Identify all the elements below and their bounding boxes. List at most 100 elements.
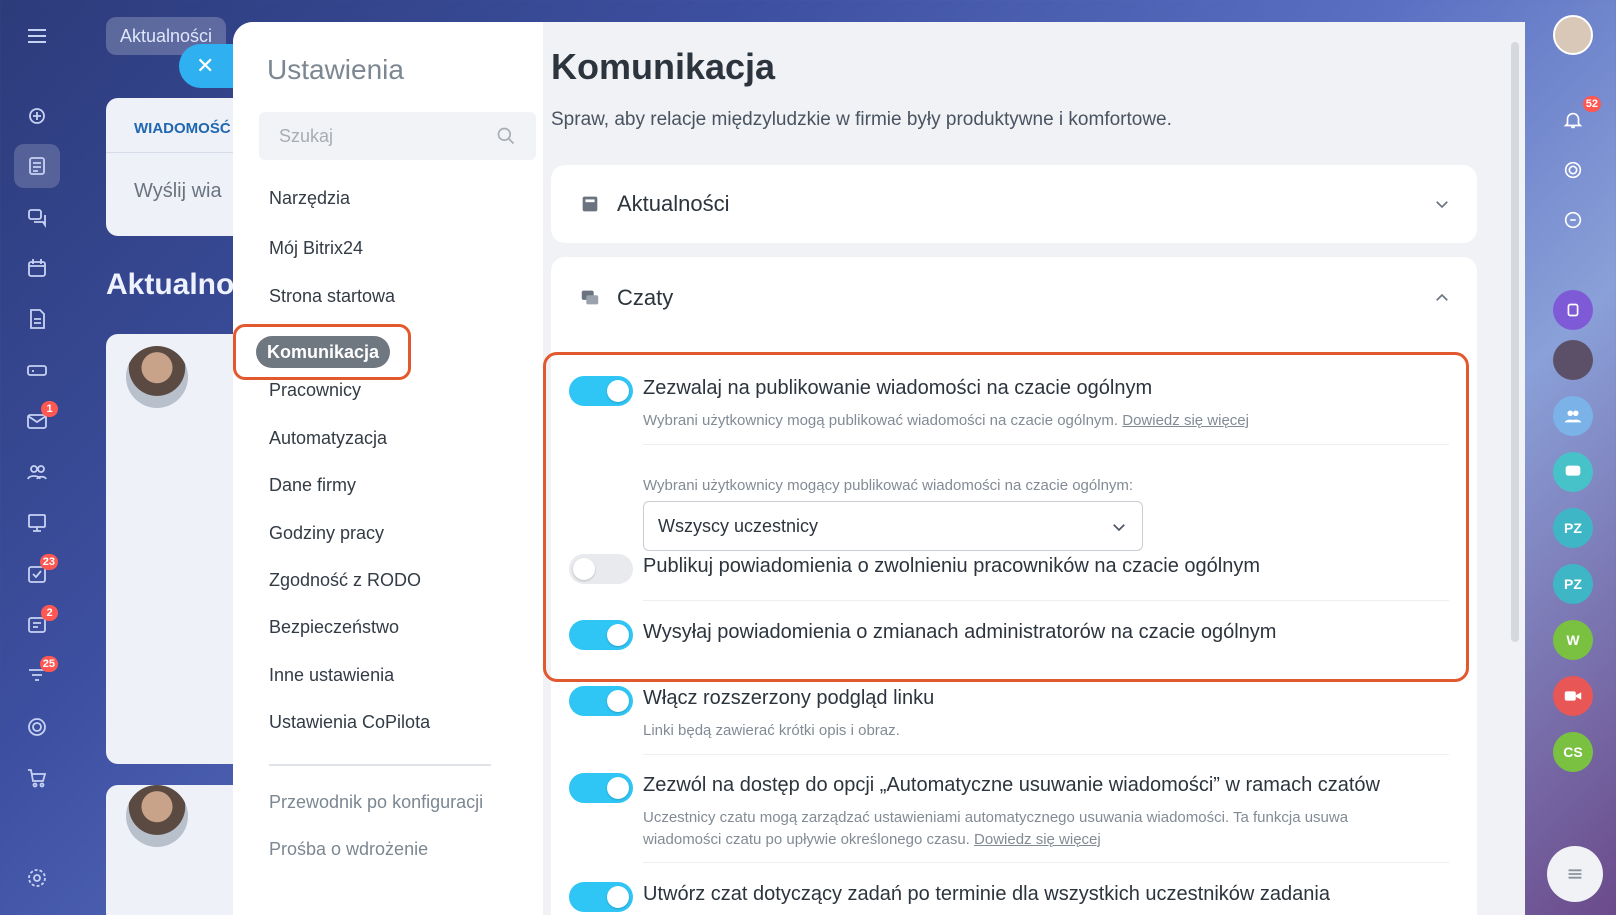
tasks-icon[interactable]: 23	[14, 552, 60, 596]
notifications-badge: 52	[1582, 96, 1601, 112]
crm-icon[interactable]: 2	[14, 603, 60, 647]
setting-label: Włącz rozszerzony podgląd linku	[643, 687, 935, 709]
toggle-auto-delete[interactable]	[569, 773, 633, 803]
background-post-placeholder[interactable]: Wyślij wia	[134, 180, 222, 203]
section-feed[interactable]: Aktualności	[551, 165, 1477, 243]
select-value: Wszyscy uczestnicy	[658, 516, 819, 536]
search-chat-icon[interactable]	[1553, 200, 1593, 240]
avatar-pz-2[interactable]: PZ	[1553, 564, 1593, 604]
learn-more-link[interactable]: Dowiedz się więcej	[1122, 412, 1249, 429]
chevron-down-icon	[1113, 524, 1125, 532]
group-avatar[interactable]	[1553, 340, 1593, 380]
nav-item-start-page[interactable]: Strona startowa	[269, 286, 395, 307]
drive-icon[interactable]	[14, 348, 60, 392]
background-post-tab[interactable]: WIADOMOŚĆ	[134, 120, 231, 137]
chevron-up-icon[interactable]	[1433, 289, 1451, 307]
separator	[643, 754, 1449, 755]
newspaper-icon	[582, 196, 598, 212]
video-call-icon[interactable]	[1553, 676, 1593, 716]
nav-item-setup-guide[interactable]: Przewodnik po konfiguracji	[269, 792, 483, 813]
separator	[643, 600, 1449, 601]
select-label: Wybrani użytkownicy mogący publikować wi…	[643, 477, 1134, 494]
background-avatar	[126, 346, 188, 408]
nav-item-implementation-request[interactable]: Prośba o wdrożenie	[269, 839, 428, 860]
nav-item-employees[interactable]: Pracownicy	[269, 380, 361, 401]
nav-item-copilot-settings[interactable]: Ustawienia CoPilota	[269, 712, 430, 733]
setting-label: Wysyłaj powiadomienia o zmianach adminis…	[643, 621, 1277, 643]
settings-content: Komunikacja Spraw, aby relacje międzylud…	[543, 22, 1525, 915]
close-icon: ✕	[196, 53, 215, 78]
avatar-cs[interactable]: CS	[1553, 732, 1593, 772]
chats-icon[interactable]	[14, 195, 60, 239]
posting-users-select[interactable]: Wszyscy uczestnicy	[643, 501, 1143, 551]
toggle-dismissal-notifications[interactable]	[569, 554, 633, 584]
mail-icon[interactable]: 1	[14, 399, 60, 443]
avatar-w[interactable]: W	[1553, 620, 1593, 660]
setting-label: Utwórz czat dotyczący zadań po terminie …	[643, 883, 1330, 905]
menu-icon[interactable]	[14, 14, 60, 58]
page-title: Komunikacja	[551, 46, 776, 87]
toggle-link-preview[interactable]	[569, 686, 633, 716]
setting-label: Zezwalaj na publikowanie wiadomości na c…	[643, 377, 1153, 399]
background-feed-heading: Aktualno	[106, 268, 235, 301]
user-avatar[interactable]	[1553, 15, 1593, 55]
learn-more-link[interactable]: Dowiedz się więcej	[974, 831, 1101, 848]
contacts-icon[interactable]	[1553, 290, 1593, 330]
setting-label: Publikuj powiadomienia o zwolnieniu prac…	[643, 555, 1261, 577]
chat-bubble-icon[interactable]	[1553, 452, 1593, 492]
settings-nav: Ustawienia Narzędzia Mój Bitrix24 Strona…	[233, 22, 543, 915]
settings-slider: Ustawienia Narzędzia Mój Bitrix24 Strona…	[233, 22, 1525, 915]
filters-badge: 25	[39, 656, 58, 672]
search-input[interactable]	[259, 112, 489, 160]
list-menu-icon[interactable]	[1547, 846, 1603, 902]
page-subtitle: Spraw, aby relacje międzyludzkie w firmi…	[551, 109, 1172, 130]
separator	[643, 862, 1449, 863]
setting-label: Zezwól na dostęp do opcji „Automatyczne …	[643, 774, 1381, 796]
section-chats-title: Czaty	[617, 285, 674, 310]
setting-description: Wybrani użytkownicy mogą publikować wiad…	[643, 412, 1119, 429]
nav-item-my-bitrix[interactable]: Mój Bitrix24	[269, 238, 363, 259]
docs-icon[interactable]	[14, 297, 60, 341]
feed-icon[interactable]	[14, 144, 60, 188]
nav-item-other-settings[interactable]: Inne ustawienia	[269, 665, 394, 686]
cart-icon[interactable]	[14, 756, 60, 800]
nav-item-security[interactable]: Bezpieczeństwo	[269, 617, 399, 638]
setting-description: Linki będą zawierać krótki opis i obraz.	[643, 722, 900, 739]
nav-item-automation[interactable]: Automatyzacja	[269, 428, 387, 449]
nav-item-gdpr[interactable]: Zgodność z RODO	[269, 570, 421, 591]
search-box[interactable]	[259, 112, 536, 160]
tasks-badge: 23	[39, 554, 58, 570]
nav-active-highlight: Komunikacja	[233, 324, 411, 380]
mail-badge: 1	[41, 401, 58, 417]
bell-icon[interactable]: 52	[1553, 96, 1601, 140]
scrollbar[interactable]	[1511, 42, 1519, 642]
chevron-down-icon[interactable]	[1433, 195, 1451, 213]
background-avatar-2	[126, 785, 188, 847]
chats-section-icon	[581, 290, 599, 305]
close-slider-button[interactable]: ✕	[179, 44, 239, 88]
nav-divider	[269, 764, 491, 766]
separator	[643, 444, 1449, 445]
avatar-pz-1[interactable]: PZ	[1553, 508, 1593, 548]
nav-item-tools[interactable]: Narzędzia	[269, 188, 350, 209]
toggle-overdue-task-chat[interactable]	[569, 882, 633, 912]
calendar-icon[interactable]	[14, 246, 60, 290]
employees-icon[interactable]	[14, 450, 60, 494]
goals-icon[interactable]	[14, 705, 60, 749]
board-icon[interactable]	[14, 501, 60, 545]
team-icon[interactable]	[1553, 396, 1593, 436]
settings-gear-icon[interactable]	[14, 856, 60, 900]
left-rail: 1 23 2 25	[0, 0, 72, 915]
filters-icon[interactable]: 25	[14, 654, 60, 698]
nav-item-company-data[interactable]: Dane firmy	[269, 475, 356, 496]
right-rail: 52 PZ PZ W CS	[1510, 0, 1616, 915]
settings-title: Ustawienia	[267, 54, 404, 85]
copilot-chat-icon[interactable]	[1553, 150, 1593, 190]
nav-item-communication[interactable]: Komunikacja	[256, 336, 391, 368]
section-feed-title: Aktualności	[617, 191, 730, 216]
copilot-icon[interactable]	[14, 94, 60, 138]
nav-item-working-hours[interactable]: Godziny pracy	[269, 523, 384, 544]
toggle-general-chat-posting[interactable]	[569, 376, 633, 406]
toggle-admin-change-notifications[interactable]	[569, 620, 633, 650]
search-icon[interactable]	[496, 126, 516, 146]
